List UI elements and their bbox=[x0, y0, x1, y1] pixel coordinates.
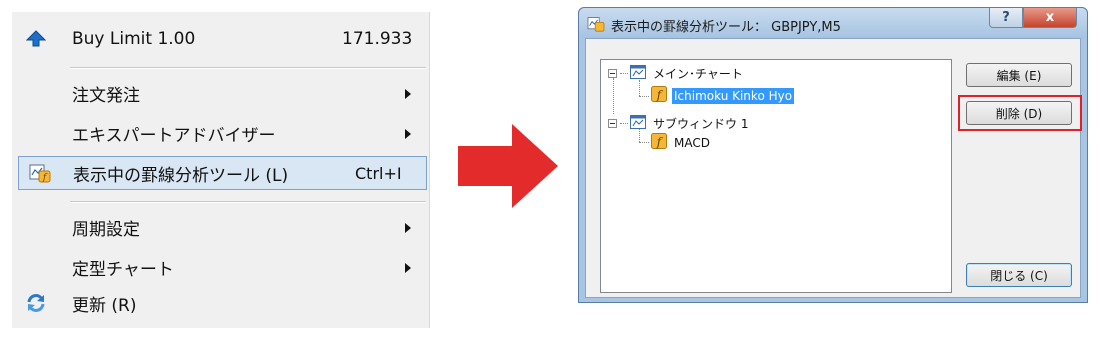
submenu-arrow-icon bbox=[405, 223, 411, 233]
menu-item-label: 更新 (R) bbox=[72, 295, 137, 316]
menu-item-refresh[interactable]: 更新 (R) bbox=[12, 286, 430, 320]
tree-node-ichimoku[interactable]: f Ichimoku Kinko Hyo bbox=[651, 86, 795, 106]
menu-item-expert-advisor[interactable]: エキスパートアドバイザー bbox=[12, 116, 430, 150]
menu-item-label: 注文発注 bbox=[72, 85, 140, 106]
menu-item-label: Buy Limit 1.00 bbox=[72, 29, 196, 49]
context-menu: Buy Limit 1.00 171.933 注文発注 エキスパートアドバイザー… bbox=[12, 12, 430, 328]
menu-item-buy-limit[interactable]: Buy Limit 1.00 171.933 bbox=[12, 22, 430, 56]
dialog-title-bar[interactable]: 表示中の罫線分析ツール： GBPJPY,M5 ? x bbox=[579, 8, 1087, 38]
chart-window-icon bbox=[630, 114, 646, 133]
delete-button[interactable]: 削除 (D) bbox=[966, 101, 1072, 125]
menu-item-order[interactable]: 注文発注 bbox=[12, 76, 430, 110]
red-arrow-icon bbox=[458, 124, 558, 212]
menu-item-timeframe[interactable]: 周期設定 bbox=[12, 210, 430, 244]
submenu-arrow-icon bbox=[405, 263, 411, 273]
indicators-dialog: 表示中の罫線分析ツール： GBPJPY,M5 ? x メイン･チャート f Ic… bbox=[578, 7, 1088, 303]
indicator-tree[interactable]: メイン･チャート f Ichimoku Kinko Hyo サブウィンドウ 1 … bbox=[600, 59, 952, 293]
chart-window-icon bbox=[630, 64, 646, 83]
menu-item-templates[interactable]: 定型チャート bbox=[12, 250, 430, 284]
submenu-arrow-icon bbox=[405, 89, 411, 99]
tree-node-main-chart[interactable]: メイン･チャート bbox=[608, 64, 745, 82]
function-icon: f bbox=[651, 86, 667, 106]
close-button[interactable]: 閉じる (C) bbox=[966, 263, 1072, 287]
menu-separator bbox=[70, 67, 426, 69]
menu-item-label: エキスパートアドバイザー bbox=[72, 125, 276, 146]
refresh-icon bbox=[12, 286, 60, 320]
tree-node-label: MACD bbox=[674, 136, 710, 150]
menu-item-label: 定型チャート bbox=[72, 259, 174, 280]
edit-button[interactable]: 編集 (E) bbox=[966, 63, 1072, 87]
up-arrow-icon bbox=[12, 22, 60, 56]
tree-node-label: Ichimoku Kinko Hyo bbox=[672, 88, 795, 104]
indicator-list-icon: f bbox=[19, 156, 61, 190]
tree-node-label: サブウィンドウ 1 bbox=[653, 116, 749, 131]
help-button[interactable]: ? bbox=[989, 8, 1023, 28]
menu-item-shortcut: Ctrl+I bbox=[355, 163, 402, 183]
dialog-client-area: メイン･チャート f Ichimoku Kinko Hyo サブウィンドウ 1 … bbox=[585, 38, 1082, 298]
dialog-title: 表示中の罫線分析ツール： GBPJPY,M5 bbox=[611, 20, 841, 35]
close-window-button[interactable]: x bbox=[1023, 8, 1077, 28]
tree-node-subwindow-1[interactable]: サブウィンドウ 1 bbox=[608, 114, 750, 132]
menu-separator bbox=[70, 201, 426, 203]
buy-limit-price: 171.933 bbox=[342, 29, 413, 49]
tree-node-label: メイン･チャート bbox=[653, 66, 743, 81]
collapse-icon[interactable] bbox=[608, 118, 617, 128]
submenu-arrow-icon bbox=[405, 129, 411, 139]
collapse-icon[interactable] bbox=[608, 68, 617, 78]
indicator-list-icon bbox=[587, 16, 605, 36]
function-icon: f bbox=[651, 133, 667, 153]
menu-item-indicators-list[interactable]: f 表示中の罫線分析ツール (L) Ctrl+I bbox=[18, 156, 427, 190]
menu-item-label: 周期設定 bbox=[72, 219, 140, 240]
menu-item-label: 表示中の罫線分析ツール (L) bbox=[73, 165, 289, 186]
tree-node-macd[interactable]: f MACD bbox=[651, 133, 712, 153]
